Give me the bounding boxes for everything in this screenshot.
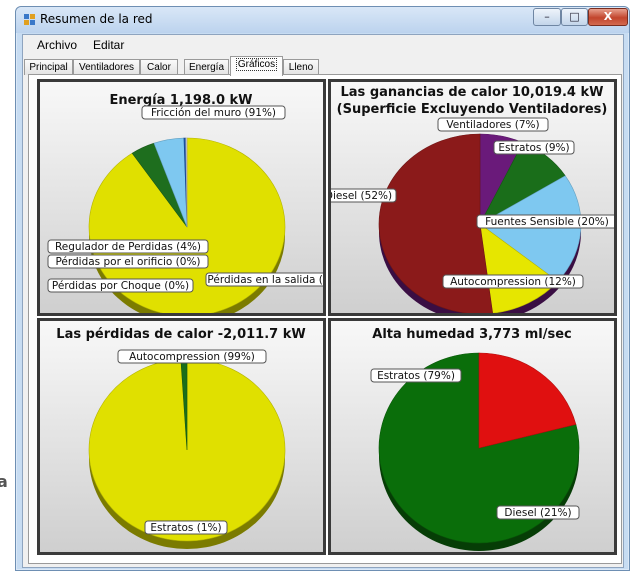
tab-lleno[interactable]: Lleno [283,59,319,75]
slice-label: Estratos (9%) [493,140,575,155]
app-icon [24,14,35,25]
slice-label: Ventiladores (7%) [437,117,549,132]
slice-label-text: Autocompression (12%) [450,276,576,288]
background-text-fragment: a [0,472,8,491]
slice-label-text: Fuentes Sensible (20%) [485,216,609,228]
close-button[interactable]: X [588,8,628,26]
slice-label: Diesel (21%) [496,505,580,520]
slice-label: Autocompression (12%) [442,274,584,289]
tab-calor[interactable]: Calor [140,59,178,75]
slice-label: Pérdidas en la salida (5 [205,272,323,287]
menu-archivo[interactable]: Archivo [37,38,77,52]
slice-label-text: Diesel (52%) [331,190,392,202]
slice-label-text: Diesel (21%) [504,507,571,519]
slice-label-text: Regulador de Perdidas (4%) [55,241,201,253]
slice-label: Pérdidas por el orificio (0%) [47,254,209,269]
chart-title: Alta humedad 3,773 ml/sec [372,327,571,342]
pie-chart-svg: Alta humedad 3,773 ml/sec Estratos (79%) D… [370,327,580,551]
menu-editar[interactable]: Editar [93,38,124,52]
tab-principal[interactable]: Principal [24,59,73,75]
slice-label: Fuentes Sensible (20%) [476,214,614,229]
pie-chart-svg: Energía 1,198.0 kWFricción del muro (91%… [47,93,323,313]
slice-label: Estratos (79%) [370,368,462,383]
tab-strip: Principal Ventiladores Calor Energía Grá… [23,56,623,76]
slice-label-text: Estratos (9%) [498,142,569,154]
slice-label: Regulador de Perdidas (4%) [47,239,209,254]
chart-perdidas-calor: Las pérdidas de calor -2,011.7 kW Autocom… [37,318,326,555]
title-bar[interactable]: Resumen de la red – □ X [16,7,629,33]
menu-bar: Archivo Editar [23,35,623,55]
slice-label-text: Autocompression (99%) [129,351,255,363]
minimize-button[interactable]: – [533,8,561,26]
slice-label-text: Pérdidas por Choque (0%) [52,280,189,292]
tab-ventiladores[interactable]: Ventiladores [73,59,140,75]
pie-chart-svg: Las ganancias de calor 10,019.4 kW (Super… [331,85,614,313]
slice-label: Diesel (52%) [331,188,397,203]
chart-alta-humedad: Alta humedad 3,773 ml/sec Estratos (79%) D… [328,318,617,555]
chart-title: Las pérdidas de calor -2,011.7 kW [56,327,305,342]
app-window: Resumen de la red – □ X Archivo Editar P… [15,6,630,571]
slice-label-text: Ventiladores (7%) [446,119,539,131]
tab-energia[interactable]: Energía [184,59,229,75]
chart-subtitle: (Superficie Excluyendo Ventiladores) [337,102,608,117]
window-title: Resumen de la red [40,12,153,26]
chart-energia: Energía 1,198.0 kW Fricción del muro (91%… [37,79,326,316]
slice-label: Pérdidas por Choque (0%) [47,278,194,293]
slice-label: Fricción del muro (91%) [141,105,286,120]
slice-label-text: Pérdidas en la salida (5 [207,274,323,286]
pie-chart-svg: Las pérdidas de calor -2,011.7 kW Autocom… [56,327,306,549]
slice-label-text: Estratos (1%) [150,522,221,534]
slice-label-text: Fricción del muro (91%) [151,107,276,119]
slice-label: Estratos (1%) [144,520,228,535]
slice-label-text: Pérdidas por el orificio (0%) [55,256,200,268]
tab-graficos[interactable]: Gráficos [230,56,283,76]
slice-label-text: Estratos (79%) [377,370,455,382]
maximize-button[interactable]: □ [561,8,588,26]
client-area: Archivo Editar Principal Ventiladores Ca… [22,34,624,568]
graficos-tab-page: Energía 1,198.0 kW Fricción del muro (91%… [28,74,622,564]
chart-ganancias-calor: Las ganancias de calor 10,019.4 kW (Super… [328,79,617,316]
chart-title: Las ganancias de calor 10,019.4 kW [341,85,604,100]
slice-label: Autocompression (99%) [117,349,267,364]
